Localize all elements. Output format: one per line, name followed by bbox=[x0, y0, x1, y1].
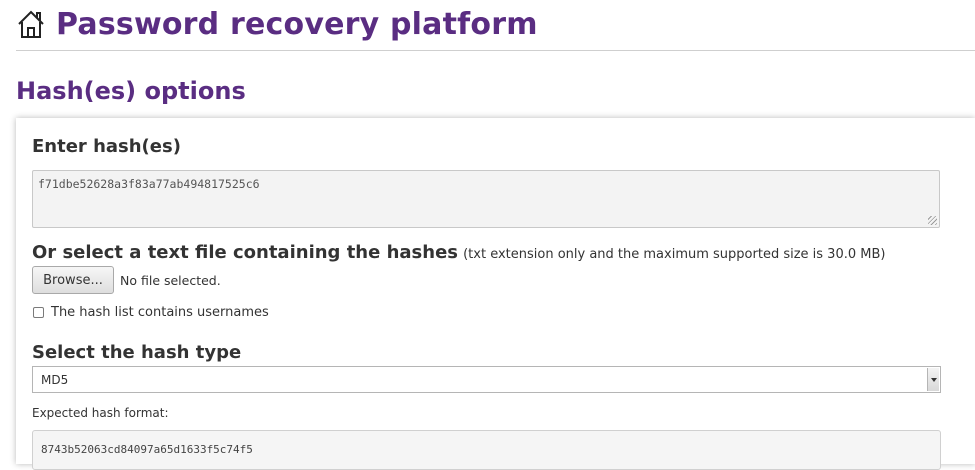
hash-type-selected-value: MD5 bbox=[41, 373, 69, 387]
expected-format-value: 8743b52063cd84097a65d1633f5c74f5 bbox=[41, 443, 253, 456]
dropdown-arrow-icon[interactable] bbox=[927, 368, 939, 391]
site-title: Password recovery platform bbox=[56, 7, 538, 42]
file-upload-note: (txt extension only and the maximum supp… bbox=[463, 247, 886, 262]
home-icon[interactable] bbox=[17, 9, 45, 39]
hash-input-label: Enter hash(es) bbox=[32, 136, 181, 157]
hash-type-label: Select the hash type bbox=[32, 342, 242, 363]
expected-format-label: Expected hash format: bbox=[32, 406, 169, 420]
usernames-checkbox[interactable] bbox=[33, 307, 44, 318]
browse-button[interactable]: Browse... bbox=[32, 266, 114, 294]
file-upload-heading: Or select a text file containing the has… bbox=[32, 242, 885, 263]
hash-input-textarea[interactable]: f71dbe52628a3f83a77ab494817525c6 bbox=[32, 170, 940, 228]
header-divider bbox=[16, 50, 975, 51]
file-status-text: No file selected. bbox=[120, 273, 221, 288]
usernames-checkbox-label[interactable]: The hash list contains usernames bbox=[51, 305, 269, 320]
expected-format-box: 8743b52063cd84097a65d1633f5c74f5 bbox=[32, 430, 941, 470]
file-upload-label: Or select a text file containing the has… bbox=[32, 242, 459, 263]
resize-grip-icon[interactable] bbox=[928, 216, 937, 225]
section-title: Hash(es) options bbox=[16, 77, 246, 105]
hash-options-panel: Enter hash(es) f71dbe52628a3f83a77ab4948… bbox=[16, 118, 975, 470]
hash-type-select[interactable]: MD5 bbox=[32, 366, 941, 393]
hash-input-value: f71dbe52628a3f83a77ab494817525c6 bbox=[38, 177, 260, 191]
